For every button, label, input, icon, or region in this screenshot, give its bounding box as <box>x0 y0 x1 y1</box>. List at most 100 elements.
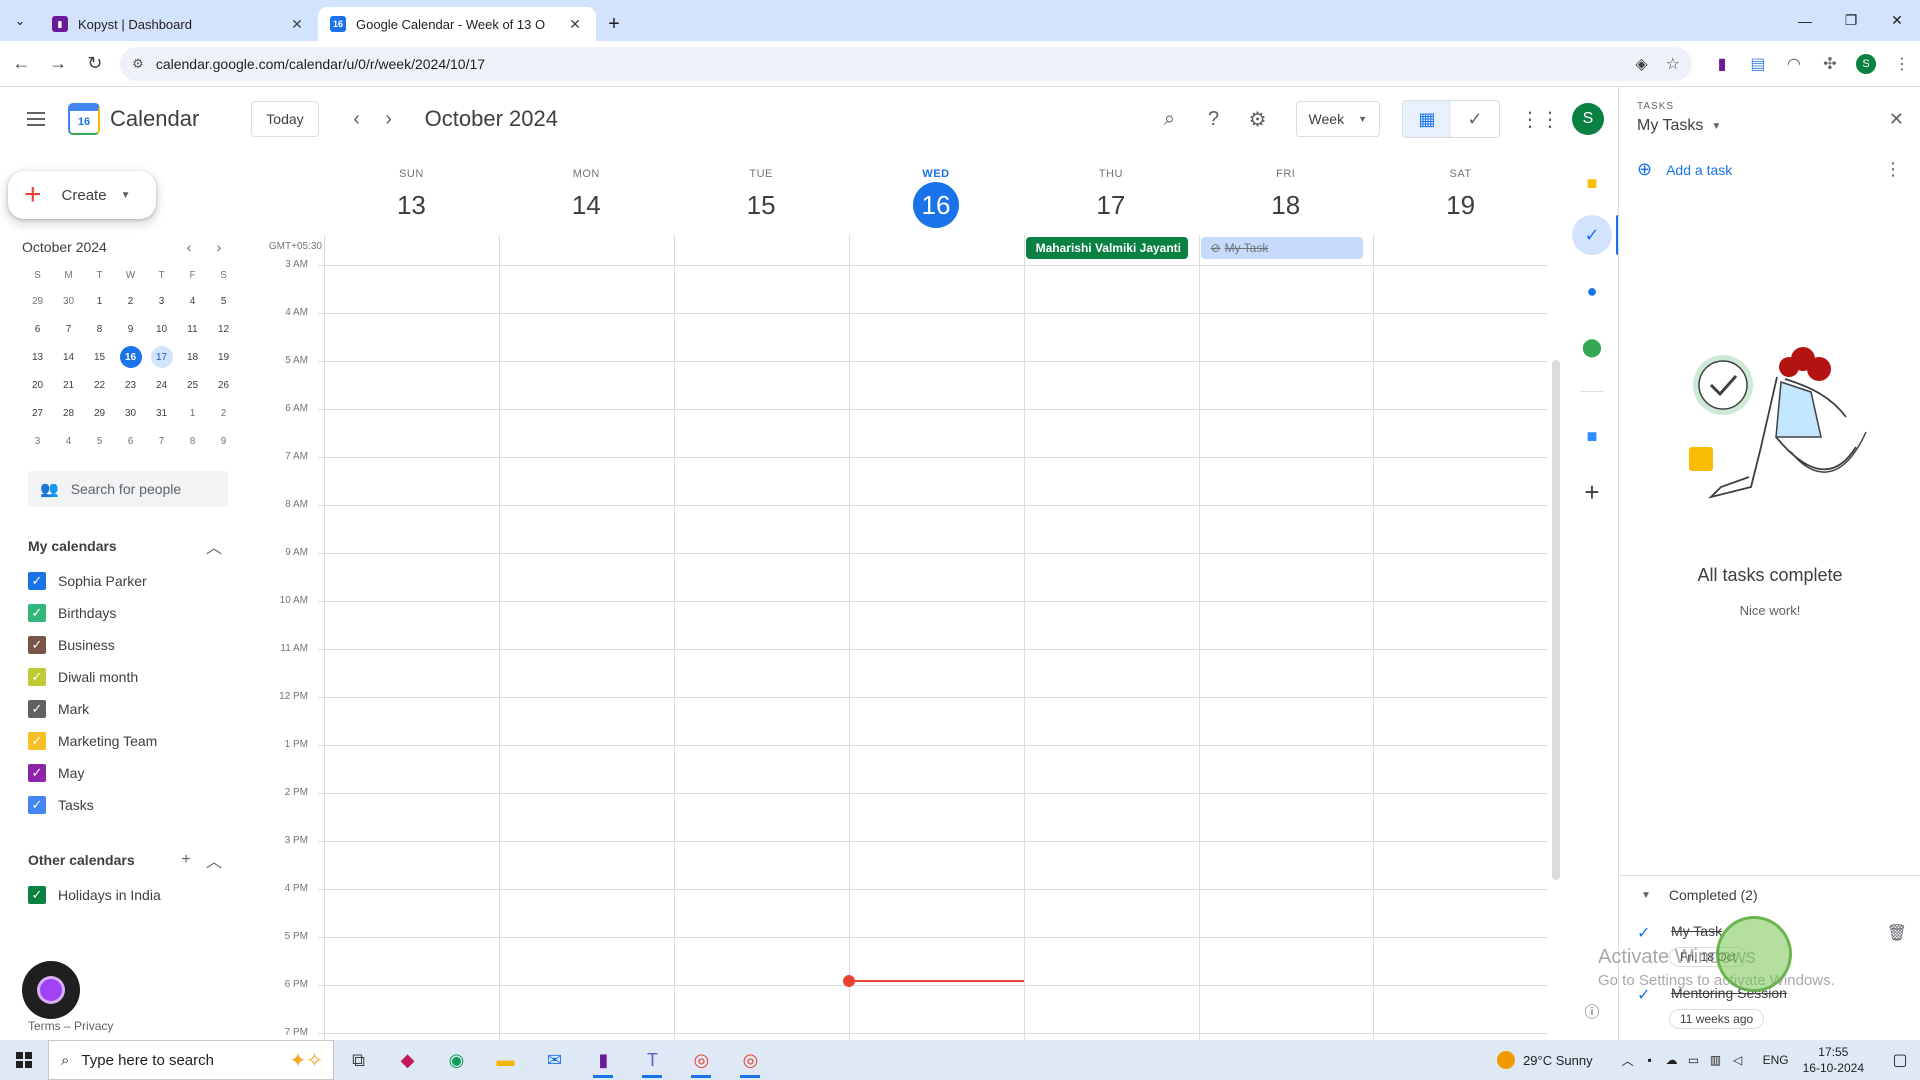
new-tab-plus-icon[interactable]: + <box>596 7 632 41</box>
close-tab-icon[interactable]: ✕ <box>566 16 584 33</box>
mini-calendar-day[interactable]: 7 <box>53 315 84 343</box>
window-close-icon[interactable]: ✕ <box>1874 0 1920 41</box>
calendar-item[interactable]: ✓ Marketing Team <box>28 725 228 757</box>
day-header[interactable]: THU 17 <box>1023 151 1198 235</box>
maps-pin-icon[interactable]: ⬤ <box>1572 327 1612 367</box>
kopyst-extension-icon[interactable]: ▮ <box>1704 54 1740 74</box>
teams-icon[interactable]: T <box>628 1040 677 1080</box>
mini-calendar-day[interactable]: 22 <box>84 371 115 399</box>
mini-calendar-day[interactable]: 20 <box>22 371 53 399</box>
mail-icon[interactable]: ✉ <box>530 1040 579 1080</box>
task-view-icon[interactable]: ⧉ <box>334 1040 383 1080</box>
completed-check-icon[interactable]: ✓ <box>1637 923 1650 943</box>
task-event-chip[interactable]: ⊘ My Task <box>1200 237 1364 259</box>
day-header[interactable]: SUN 13 <box>324 151 499 235</box>
mini-calendar-day[interactable]: 2 <box>115 287 146 315</box>
tab-search-chevron-icon[interactable]: ⌄ <box>0 0 40 41</box>
get-addons-plus-icon[interactable]: + <box>1572 472 1612 512</box>
language-indicator[interactable]: ENG <box>1763 1053 1789 1067</box>
bookmark-star-icon[interactable]: ☆ <box>1666 54 1680 74</box>
mini-calendar-day[interactable]: 3 <box>22 427 53 455</box>
calendar-checkbox-icon[interactable]: ✓ <box>28 668 46 686</box>
calendar-checkbox-icon[interactable]: ✓ <box>28 732 46 750</box>
help-icon[interactable]: ? <box>1198 103 1230 135</box>
mini-calendar-day[interactable]: 13 <box>22 343 53 371</box>
chrome-profile-a-icon[interactable]: ◎ <box>677 1040 726 1080</box>
browser-tab-kopyst[interactable]: ▮ Kopyst | Dashboard ✕ <box>40 7 318 41</box>
calendar-view-icon[interactable]: ▦ <box>1403 101 1451 137</box>
day-number[interactable]: 15 <box>738 182 784 228</box>
mini-calendar-day[interactable]: 1 <box>84 287 115 315</box>
calendar-checkbox-icon[interactable]: ✓ <box>28 886 46 904</box>
my-calendars-header[interactable]: My calendars ︿ <box>28 531 228 561</box>
collapse-chevron-up-icon[interactable]: ︿ <box>200 848 228 872</box>
edge-browser-icon[interactable]: ◉ <box>432 1040 481 1080</box>
mini-calendar-day[interactable]: 8 <box>177 427 208 455</box>
search-people-input[interactable]: 👥 Search for people <box>28 471 228 507</box>
mini-calendar-day[interactable]: 17 <box>146 343 177 371</box>
day-header[interactable]: WED 16 <box>849 151 1024 235</box>
network-icon[interactable]: ▥ <box>1705 1053 1727 1067</box>
mini-calendar-day[interactable]: 29 <box>22 287 53 315</box>
onedrive-cloud-icon[interactable]: ☁ <box>1661 1053 1683 1067</box>
mini-calendar-day[interactable]: 16 <box>115 343 146 371</box>
mini-calendar-day[interactable]: 5 <box>208 287 239 315</box>
more-options-kebab-icon[interactable]: ⋮ <box>1884 159 1902 180</box>
teams-tray-icon[interactable]: ▪ <box>1639 1053 1661 1067</box>
mini-calendar-day[interactable]: 30 <box>115 399 146 427</box>
taskbar-search-box[interactable]: ⌕ Type here to search ✦✧ <box>48 1040 334 1080</box>
omnibox[interactable]: ⚙ calendar.google.com/calendar/u/0/r/wee… <box>120 46 1692 81</box>
minimize-icon[interactable]: — <box>1782 0 1828 41</box>
puzzle-extensions-icon[interactable]: ✣ <box>1812 54 1848 74</box>
mini-calendar-day[interactable]: 26 <box>208 371 239 399</box>
mini-prev-chevron-icon[interactable]: ‹ <box>174 239 204 255</box>
keep-note-icon[interactable]: ■ <box>1572 163 1612 203</box>
info-icon[interactable]: ⓘ <box>1572 991 1612 1031</box>
battery-icon[interactable]: ▭ <box>1683 1053 1705 1067</box>
terms-link[interactable]: Terms <box>28 1019 61 1033</box>
mini-calendar-day[interactable]: 29 <box>84 399 115 427</box>
day-number[interactable]: 18 <box>1263 182 1309 228</box>
mini-calendar-day[interactable]: 6 <box>115 427 146 455</box>
tasks-check-icon[interactable]: ✓ <box>1572 215 1612 255</box>
mini-calendar-day[interactable]: 9 <box>115 315 146 343</box>
profile-avatar[interactable]: S <box>1855 53 1876 74</box>
main-menu-hamburger-icon[interactable] <box>12 95 60 143</box>
chrome-profile-s-icon[interactable]: ◎ <box>726 1040 775 1080</box>
mini-calendar-day[interactable]: 8 <box>84 315 115 343</box>
day-number[interactable]: 17 <box>1088 182 1134 228</box>
calendar-checkbox-icon[interactable]: ✓ <box>28 604 46 622</box>
mini-calendar-day[interactable]: 4 <box>177 287 208 315</box>
day-header[interactable]: FRI 18 <box>1198 151 1373 235</box>
file-explorer-icon[interactable]: ▬ <box>481 1040 530 1080</box>
tasks-view-check-icon[interactable]: ✓ <box>1451 101 1499 137</box>
task-list-selector[interactable]: My Tasks ▼ <box>1637 117 1721 135</box>
mini-next-chevron-icon[interactable]: › <box>204 239 234 255</box>
mini-calendar-day[interactable]: 24 <box>146 371 177 399</box>
mini-calendar-day[interactable]: 31 <box>146 399 177 427</box>
calendar-item[interactable]: ✓ May <box>28 757 228 789</box>
day-header[interactable]: SAT 19 <box>1373 151 1548 235</box>
calendar-checkbox-icon[interactable]: ✓ <box>28 636 46 654</box>
privacy-link[interactable]: Privacy <box>74 1019 113 1033</box>
time-grid-scrollbar[interactable] <box>1552 360 1560 880</box>
mini-calendar-day[interactable]: 10 <box>146 315 177 343</box>
back-arrow-icon[interactable]: ← <box>6 48 37 80</box>
restore-icon[interactable]: ❐ <box>1828 0 1874 41</box>
mini-calendar-day[interactable]: 9 <box>208 427 239 455</box>
holiday-event-chip[interactable]: Maharishi Valmiki Jayanti <box>1025 237 1189 259</box>
day-header[interactable]: TUE 15 <box>674 151 849 235</box>
tray-overflow-chevron-icon[interactable]: ︿ <box>1617 1052 1639 1069</box>
calendar-item[interactable]: ✓ Sophia Parker <box>28 565 228 597</box>
app-title[interactable]: Calendar <box>110 106 199 132</box>
mini-calendar-day[interactable]: 2 <box>208 399 239 427</box>
user-avatar[interactable]: S <box>1572 103 1604 135</box>
day-number[interactable]: 13 <box>388 182 434 228</box>
mini-calendar-day[interactable]: 15 <box>84 343 115 371</box>
mini-calendar-day[interactable]: 12 <box>208 315 239 343</box>
other-calendars-header[interactable]: Other calendars + ︿ <box>28 845 228 875</box>
mini-calendar-day[interactable]: 4 <box>53 427 84 455</box>
weather-widget[interactable]: 29°C Sunny <box>1497 1051 1593 1069</box>
calendar-checkbox-icon[interactable]: ✓ <box>28 572 46 590</box>
windows-start-icon[interactable] <box>0 1040 48 1080</box>
